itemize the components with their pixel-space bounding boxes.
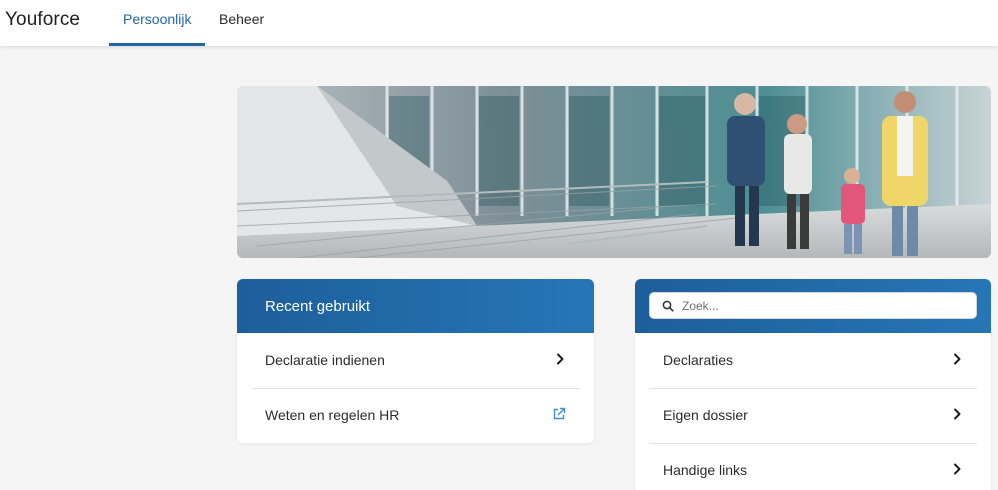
chevron-right-icon bbox=[954, 463, 961, 475]
list-item-handige-links[interactable]: Handige links bbox=[649, 443, 977, 490]
chevron-right-icon bbox=[557, 353, 564, 365]
list-item-declaraties[interactable]: Declaraties bbox=[649, 333, 977, 388]
list-item-label: Handige links bbox=[663, 462, 748, 478]
tab-persoonlijk[interactable]: Persoonlijk bbox=[123, 11, 191, 27]
hero-banner-image bbox=[237, 86, 991, 258]
external-link-icon bbox=[553, 407, 566, 420]
recent-card-title: Recent gebruikt bbox=[265, 298, 371, 315]
search-card: Declaraties Eigen dossier Handige links bbox=[635, 279, 991, 490]
search-icon bbox=[662, 300, 674, 312]
top-bar: Youforce Persoonlijk Beheer bbox=[0, 0, 998, 46]
recent-card: Recent gebruikt Declaratie indienen Wete… bbox=[237, 279, 594, 443]
list-item-label: Eigen dossier bbox=[663, 407, 748, 423]
list-item-weten-en-regelen-hr[interactable]: Weten en regelen HR bbox=[251, 388, 580, 443]
list-item-label: Declaratie indienen bbox=[265, 352, 385, 368]
chevron-right-icon bbox=[954, 408, 961, 420]
search-box[interactable] bbox=[649, 292, 977, 319]
list-item-eigen-dossier[interactable]: Eigen dossier bbox=[649, 388, 977, 443]
chevron-right-icon bbox=[954, 353, 961, 365]
list-item-label: Declaraties bbox=[663, 352, 734, 368]
tab-beheer[interactable]: Beheer bbox=[219, 11, 264, 27]
list-item-declaratie-indienen[interactable]: Declaratie indienen bbox=[251, 333, 580, 388]
active-tab-indicator bbox=[109, 43, 205, 46]
app-logo[interactable]: Youforce bbox=[5, 9, 80, 31]
search-input[interactable] bbox=[682, 295, 962, 316]
list-item-label: Weten en regelen HR bbox=[265, 407, 400, 423]
recent-card-header: Recent gebruikt bbox=[237, 279, 594, 333]
search-card-header bbox=[635, 279, 991, 333]
